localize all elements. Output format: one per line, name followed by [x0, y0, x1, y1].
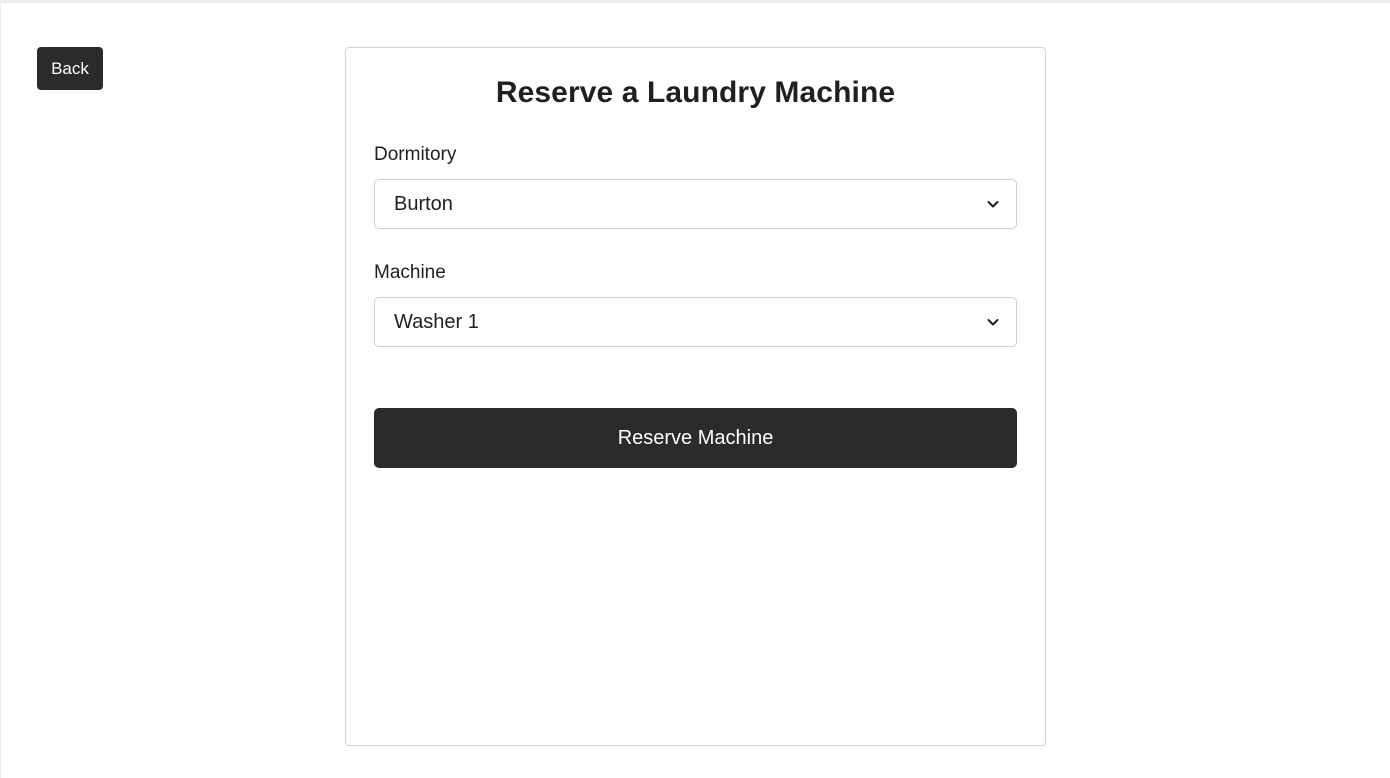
- machine-selected-value: Washer 1: [394, 310, 479, 333]
- back-button[interactable]: Back: [37, 47, 103, 90]
- dormitory-label: Dormitory: [374, 144, 457, 165]
- dormitory-selected-value: Burton: [394, 192, 453, 215]
- reserve-machine-button[interactable]: Reserve Machine: [374, 408, 1017, 468]
- reservation-form-card: Reserve a Laundry Machine Dormitory Burt…: [345, 47, 1046, 746]
- machine-label: Machine: [374, 262, 446, 283]
- chevron-down-icon: [986, 197, 1000, 211]
- dormitory-select[interactable]: Burton: [374, 179, 1017, 229]
- machine-select[interactable]: Washer 1: [374, 297, 1017, 347]
- chevron-down-icon: [986, 315, 1000, 329]
- page-title: Reserve a Laundry Machine: [495, 76, 896, 109]
